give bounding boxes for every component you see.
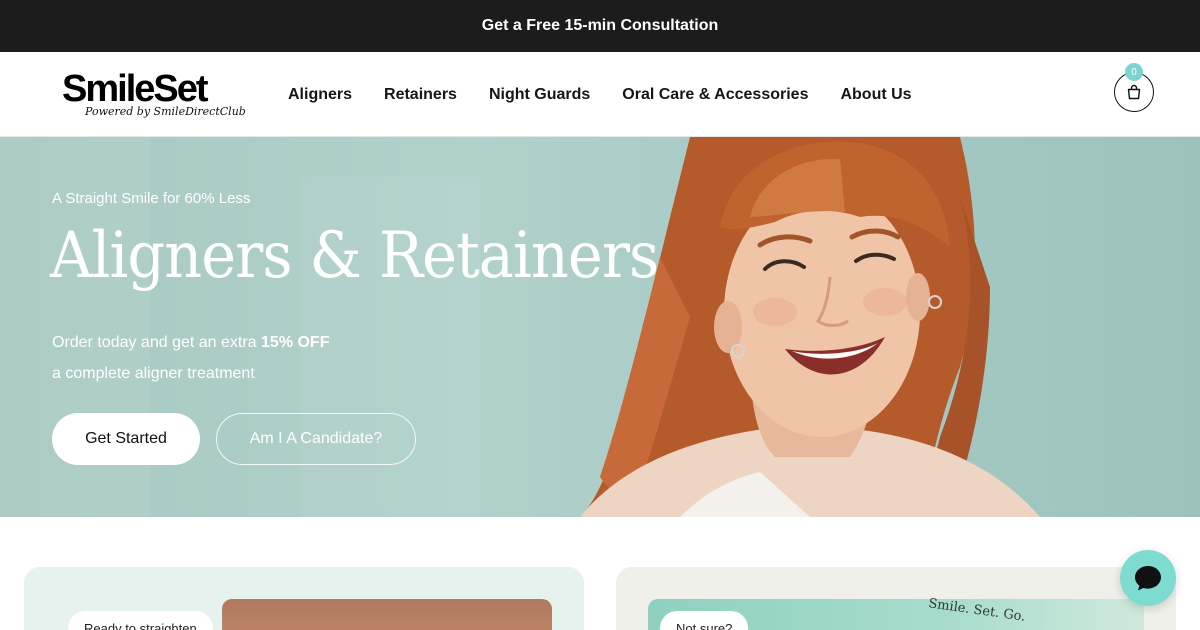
nav-item-retainers[interactable]: Retainers xyxy=(384,86,457,104)
promo-card-pill: Not sure? xyxy=(660,611,749,630)
hero-eyebrow: A Straight Smile for 60% Less xyxy=(52,190,251,207)
hero-banner: A Straight Smile for 60% Less Aligners &… xyxy=(0,137,1200,517)
hero-offer: Order today and get an extra 15% OFF a c… xyxy=(52,327,329,389)
chat-button[interactable] xyxy=(1120,550,1176,606)
cart-count-badge: 0 xyxy=(1125,63,1143,81)
promo-card-pill: Ready to straighten xyxy=(68,611,213,630)
hero-model-photo xyxy=(580,137,1040,517)
announcement-text[interactable]: Get a Free 15-min Consultation xyxy=(482,17,718,35)
hero-title: Aligners & Retainers xyxy=(50,219,659,293)
nav-item-night-guards[interactable]: Night Guards xyxy=(489,86,590,104)
nav-item-oral-care[interactable]: Oral Care & Accessories xyxy=(622,86,808,104)
shopping-bag-icon xyxy=(1127,84,1141,100)
promo-card-not-sure[interactable]: Smile. Set. Go. Not sure? xyxy=(616,567,1176,630)
main-navigation: SmileSet Powered by SmileDirectClub Alig… xyxy=(0,52,1200,137)
candidate-button[interactable]: Am I A Candidate? xyxy=(216,413,416,465)
promo-card-straighten[interactable]: Ready to straighten xyxy=(24,567,584,630)
hero-offer-line1: Order today and get an extra 15% OFF xyxy=(52,327,329,358)
get-started-button[interactable]: Get Started xyxy=(52,413,200,465)
brand-logo[interactable]: SmileSet Powered by SmileDirectClub xyxy=(62,68,246,122)
hero-offer-highlight: 15% OFF xyxy=(261,334,330,351)
announcement-bar[interactable]: Get a Free 15-min Consultation xyxy=(0,0,1200,52)
hero-offer-prefix: Order today and get an extra xyxy=(52,334,262,351)
nav-item-aligners[interactable]: Aligners xyxy=(288,86,352,104)
nav-menu: Aligners Retainers Night Guards Oral Car… xyxy=(288,52,912,137)
brand-tagline: Powered by SmileDirectClub xyxy=(85,105,246,118)
chat-bubble-icon xyxy=(1135,566,1161,591)
nav-item-about-us[interactable]: About Us xyxy=(840,86,911,104)
promo-card-photo xyxy=(222,599,552,630)
hero-offer-line2: a complete aligner treatment xyxy=(52,365,255,382)
brand-name: SmileSet xyxy=(62,68,209,110)
